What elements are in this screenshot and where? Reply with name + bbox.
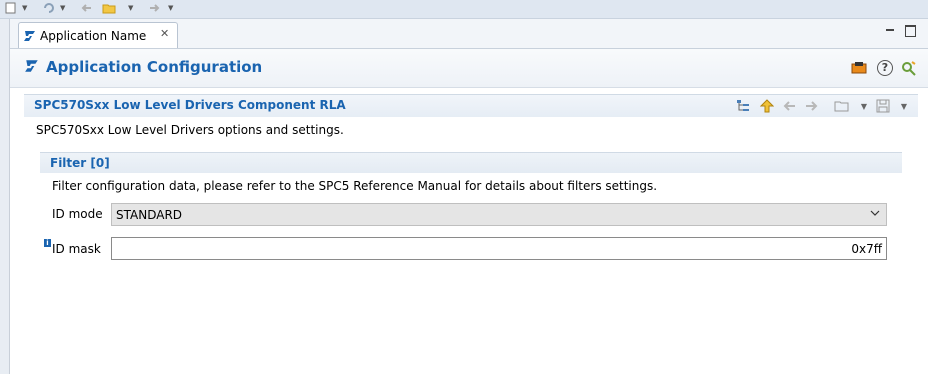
document-icon[interactable] [2,1,20,15]
forward-icon[interactable] [145,1,163,15]
main-toolbar: ▼ ▼ ▼ ▼ [0,0,928,19]
editor-tab-bar: Application Name ✕ [10,19,928,49]
maximize-icon[interactable] [905,25,916,37]
generate-icon[interactable] [851,59,869,77]
section-title: SPC570Sxx Low Level Drivers Component RL… [34,98,346,112]
dropdown-icon[interactable]: ▼ [22,4,30,12]
id-mode-select[interactable]: STANDARD [111,203,887,226]
filter-title: Filter [0] [50,156,110,170]
section-description: SPC570Sxx Low Level Drivers options and … [36,123,344,137]
dropdown-icon[interactable]: ▼ [896,98,912,114]
st-logo-icon [24,31,35,41]
dropdown-icon[interactable]: ▼ [168,4,176,12]
folder-icon[interactable] [834,98,850,114]
chevron-down-icon [870,210,880,216]
forward-arrow-icon[interactable] [804,98,820,114]
settings-icon[interactable] [899,59,917,77]
up-arrow-icon[interactable] [759,98,775,114]
refresh-icon[interactable] [40,1,58,15]
tree-icon[interactable] [735,98,751,114]
folder-open-icon[interactable] [100,1,118,15]
info-icon: i [44,239,51,247]
back-arrow-icon[interactable] [781,98,797,114]
dropdown-icon[interactable]: ▼ [856,98,872,114]
id-mode-value: STANDARD [116,208,183,222]
page-title: Application Configuration [46,58,263,76]
dropdown-icon[interactable]: ▼ [128,4,136,12]
minimize-icon[interactable] [884,24,896,36]
save-icon[interactable] [875,98,891,114]
id-mask-field[interactable]: 0x7ff [111,237,887,260]
st-logo-icon [25,60,38,72]
config-header: Application Configuration ? [10,49,928,88]
dropdown-icon[interactable]: ▼ [60,4,68,12]
left-gutter [0,19,10,374]
id-mask-value: 0x7ff [851,242,882,256]
back-icon[interactable] [78,1,96,15]
filter-description: Filter configuration data, please refer … [52,179,658,193]
help-icon[interactable]: ? [876,59,894,77]
id-mode-label: ID mode [52,207,103,221]
filter-header: Filter [0] [40,152,902,173]
tab-application-name[interactable]: Application Name ✕ [18,22,178,48]
close-icon[interactable]: ✕ [160,27,169,40]
tab-label: Application Name [40,29,147,43]
section-header: SPC570Sxx Low Level Drivers Component RL… [24,94,918,117]
id-mask-label: ID mask [52,242,101,256]
